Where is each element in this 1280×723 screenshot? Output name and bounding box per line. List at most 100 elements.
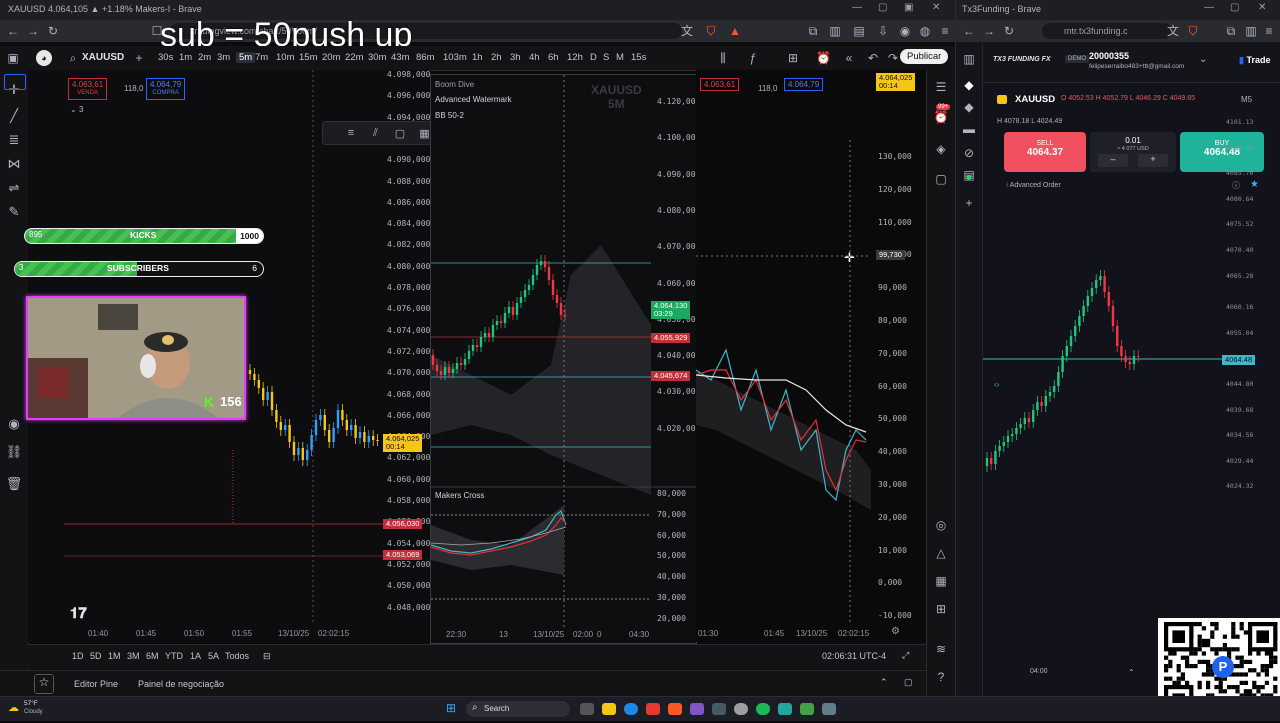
right-maximize-icon[interactable]: ▢ xyxy=(1230,2,1239,13)
right-buy-box[interactable]: 4.064,79 xyxy=(784,78,824,91)
range-5D[interactable]: 5D xyxy=(90,651,102,661)
right-sell-box[interactable]: 4.063,61 xyxy=(700,78,740,91)
tx3-mute-icon[interactable]: ⊘ xyxy=(955,146,983,160)
timeframe-4h[interactable]: 4h xyxy=(529,52,540,63)
range-1D[interactable]: 1D xyxy=(72,651,84,661)
user-avatar-icon[interactable]: ◕ xyxy=(36,50,52,66)
maximize-icon[interactable]: ▢ xyxy=(878,2,887,13)
range-YTD[interactable]: YTD xyxy=(165,651,183,661)
add-symbol-icon[interactable]: + xyxy=(132,51,146,65)
link-icon[interactable]: ⛓ xyxy=(0,444,28,460)
symbol-search-icon[interactable]: ⌕ xyxy=(66,51,80,65)
brave-icon[interactable] xyxy=(668,703,682,715)
timeframe-22m[interactable]: 22m xyxy=(345,52,363,63)
menu-icon[interactable]: ≡ xyxy=(938,24,952,38)
timeframe-1m[interactable]: 1m xyxy=(179,52,192,63)
tx3-add-icon[interactable]: + xyxy=(955,196,983,210)
timeframe-30s[interactable]: 30s xyxy=(158,52,173,63)
start-menu-icon[interactable]: ⊞ xyxy=(446,701,456,715)
timeframe-12h[interactable]: 12h xyxy=(567,52,583,63)
timeframe-S[interactable]: S xyxy=(603,52,609,63)
clock-display[interactable]: 02:06:31 UTC-4 xyxy=(822,651,886,661)
timeframe-D[interactable]: D xyxy=(590,52,597,63)
publish-button[interactable]: Publicar xyxy=(900,49,949,64)
taskbar-search[interactable]: ⌕ Search xyxy=(466,701,570,717)
timeframe-5m[interactable]: 5m xyxy=(236,52,256,63)
download-icon[interactable]: ⇩ xyxy=(876,24,890,38)
right-minimize-icon[interactable]: — xyxy=(1204,2,1214,13)
edge-icon[interactable] xyxy=(624,703,638,715)
obs-icon[interactable] xyxy=(734,703,748,715)
right-forward-icon[interactable]: → xyxy=(982,24,996,38)
apps-icon[interactable]: ⊞ xyxy=(927,602,955,616)
tx3-symbol[interactable]: XAUUSD xyxy=(1015,94,1055,105)
redo-icon[interactable]: ↷ xyxy=(886,51,900,65)
fullscreen-icon[interactable]: ⤢ xyxy=(902,650,909,661)
right-wallet-icon[interactable]: ▥ xyxy=(1244,24,1258,38)
indicators-icon[interactable]: ƒ xyxy=(746,51,760,65)
layouts-icon[interactable]: ⊞ xyxy=(786,51,800,65)
favorites-star-icon[interactable]: ☆ xyxy=(34,674,54,694)
alert-icon[interactable]: ⏰ xyxy=(816,51,831,65)
hide-drawings-icon[interactable]: ◉ xyxy=(0,416,28,432)
right-brave-icon[interactable]: ⛉ xyxy=(1186,24,1200,38)
timeframe-10m[interactable]: 10m xyxy=(276,52,294,63)
whatsapp-icon[interactable]: ● xyxy=(955,170,983,184)
indicator-watermark-label[interactable]: Advanced Watermark xyxy=(435,95,512,104)
close-icon[interactable]: ✕ xyxy=(932,2,940,13)
right-url-input[interactable]: mtr.tx3funding.c xyxy=(1042,23,1172,39)
range-Todos[interactable]: Todos xyxy=(225,651,249,661)
ideas-icon[interactable]: △ xyxy=(927,546,955,560)
advanced-order-link[interactable]: ⁝ Advanced Order xyxy=(1006,181,1061,189)
timeframe-2m[interactable]: 2m xyxy=(198,52,211,63)
makers-cross-label[interactable]: Makers Cross xyxy=(435,491,484,500)
right-reload-icon[interactable]: ↻ xyxy=(1002,24,1016,38)
pine-editor-tab[interactable]: Editor Pine xyxy=(74,679,118,689)
time-settings-icon[interactable]: ⚙ xyxy=(891,626,900,637)
office-icon[interactable] xyxy=(646,703,660,715)
extensions-icon[interactable]: ⧉ xyxy=(806,24,820,38)
chat-icon[interactable]: ▢ xyxy=(927,172,955,186)
timeframe-M[interactable]: M xyxy=(616,52,624,63)
right-close-icon[interactable]: ✕ xyxy=(1258,2,1266,13)
timeframe-43m[interactable]: 43m xyxy=(391,52,409,63)
task-view-icon[interactable] xyxy=(580,703,594,715)
account-id[interactable]: 20000355 xyxy=(1089,51,1129,61)
brush-icon[interactable]: ✎ xyxy=(0,204,28,220)
app-icon-2[interactable] xyxy=(822,703,836,715)
tx3-chart-icon[interactable]: ◆ xyxy=(955,78,983,92)
profile-icon[interactable]: ◍ xyxy=(918,24,932,38)
timeframe-6h[interactable]: 6h xyxy=(548,52,559,63)
watchlist-icon[interactable]: ☰ xyxy=(927,80,955,94)
weather-icon[interactable]: ☁ xyxy=(8,701,19,714)
data-window-icon[interactable]: ◈ xyxy=(927,142,955,156)
lot-minus-button[interactable]: – xyxy=(1098,154,1128,167)
target-icon[interactable]: ◎ xyxy=(927,518,955,532)
alerts-icon[interactable]: ⏰ xyxy=(927,110,955,124)
range-3M[interactable]: 3M xyxy=(127,651,140,661)
discord-icon[interactable] xyxy=(690,703,704,715)
undo-icon[interactable]: ↶ xyxy=(866,51,880,65)
right-menu-icon[interactable]: ≡ xyxy=(1262,24,1276,38)
chart-type-icon[interactable]: ⫼ xyxy=(716,51,730,65)
timeframe-103m[interactable]: 103m xyxy=(443,52,467,63)
tx3-scroll-handle-icon[interactable]: ⌃ xyxy=(1128,668,1135,677)
weather-temp[interactable]: 57°F xyxy=(24,700,38,707)
steam-icon[interactable] xyxy=(712,703,726,715)
buy-box[interactable]: 4.064,79 COMPRA xyxy=(146,78,186,100)
range-5A[interactable]: 5A xyxy=(208,651,219,661)
trendline-icon[interactable]: ╱ xyxy=(0,108,28,124)
timeframe-30m[interactable]: 30m xyxy=(368,52,386,63)
sidebar-icon[interactable]: ▥ xyxy=(828,24,842,38)
tx3-scroll-left-icon[interactable]: ‹› xyxy=(994,380,999,389)
xbox-icon[interactable] xyxy=(800,703,814,715)
left-tab-title[interactable]: XAUUSD 4.064,105 ▲ +1.18% Makers-I - Bra… xyxy=(8,4,202,14)
file-explorer-icon[interactable] xyxy=(602,703,616,715)
range-6M[interactable]: 6M xyxy=(146,651,159,661)
range-1M[interactable]: 1M xyxy=(108,651,121,661)
lot-plus-button[interactable]: + xyxy=(1138,154,1168,167)
timeframe-7m[interactable]: 7m xyxy=(255,52,268,63)
fib-icon[interactable]: ≣ xyxy=(0,132,28,148)
maximize-panel-icon[interactable]: ▢ xyxy=(904,677,913,688)
timeframe-20m[interactable]: 20m xyxy=(322,52,340,63)
